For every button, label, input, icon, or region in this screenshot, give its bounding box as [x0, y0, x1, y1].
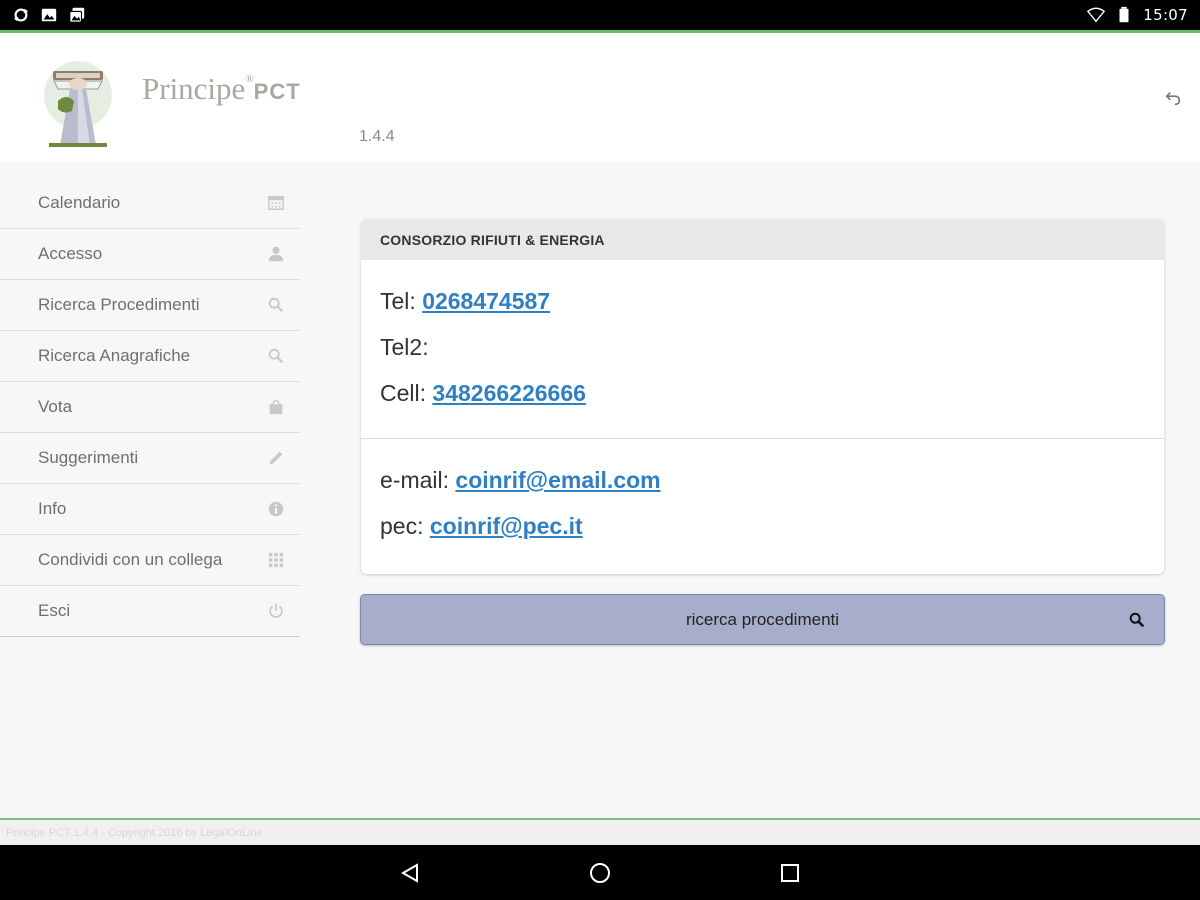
email-label: e-mail:	[380, 467, 450, 493]
pec-label: pec:	[380, 513, 424, 539]
app-logo	[40, 57, 116, 147]
pec-line: pec: coinrif@pec.it	[380, 511, 1144, 557]
wifi-icon	[1087, 6, 1106, 24]
ricerca-procedimenti-button[interactable]: ricerca procedimenti	[360, 594, 1165, 645]
search-button-label: ricerca procedimenti	[685, 609, 840, 629]
nav-back-icon	[400, 863, 418, 883]
sidebar-item-label: Suggerimenti	[38, 448, 139, 467]
sidebar-item-calendario[interactable]: Calendario	[0, 178, 300, 229]
android-nav-bar	[0, 845, 1200, 900]
sidebar-item-info[interactable]: Info	[0, 484, 300, 535]
battery-icon	[1115, 6, 1133, 24]
card-phone-section: Tel: 0268474587 Tel2: Cell: 348266226666	[361, 260, 1164, 439]
card-title: CONSORZIO RIFIUTI & ENERGIA	[361, 219, 1164, 260]
sidebar-item-ricerca-anagrafiche[interactable]: Ricerca Anagrafiche	[0, 331, 300, 382]
brand-suffix: PCT	[253, 79, 301, 104]
search-icon	[266, 295, 286, 315]
grid-icon	[266, 550, 286, 570]
info-icon	[266, 499, 286, 519]
sidebar-item-label: Info	[38, 499, 67, 518]
cell-label: Cell:	[380, 380, 427, 406]
tel2-label: Tel2:	[380, 334, 429, 360]
nav-recents-icon	[781, 864, 799, 882]
status-bar: 15:07	[0, 0, 1200, 30]
status-bar-left	[12, 6, 86, 24]
sidebar-item-label: Vota	[38, 397, 73, 416]
sidebar-item-label: Esci	[38, 601, 71, 620]
sidebar-item-condividi[interactable]: Condividi con un collega	[0, 535, 300, 586]
tel2-line: Tel2:	[380, 332, 1144, 378]
brand-registered-mark: ®	[245, 73, 254, 85]
status-time: 15:07	[1143, 6, 1188, 24]
sync-icon	[12, 6, 30, 24]
app-header: Principe®PCT 1.4.4	[0, 33, 1200, 162]
sidebar-item-vota[interactable]: Vota	[0, 382, 300, 433]
search-icon	[266, 346, 286, 366]
cell-link[interactable]: 348266226666	[432, 380, 586, 406]
sidebar-item-esci[interactable]: Esci	[0, 586, 300, 637]
card-email-section: e-mail: coinrif@email.com pec: coinrif@p…	[361, 439, 1164, 557]
image-icon	[40, 6, 58, 24]
nav-back-button[interactable]	[396, 859, 424, 887]
nav-recents-button[interactable]	[776, 859, 804, 887]
footer-copyright: Principe PCT 1.4.4 - Copyright 2016 by L…	[6, 826, 263, 839]
sidebar-item-label: Ricerca Procedimenti	[38, 295, 200, 314]
cell-line: Cell: 348266226666	[380, 378, 1144, 424]
undo-icon	[1165, 92, 1181, 106]
sidebar-item-label: Accesso	[38, 244, 103, 263]
shopping-bag-icon	[266, 397, 286, 417]
sidebar-item-suggerimenti[interactable]: Suggerimenti	[0, 433, 300, 484]
gallery-icon	[68, 6, 86, 24]
contact-card: CONSORZIO RIFIUTI & ENERGIA Tel: 0268474…	[361, 219, 1164, 574]
pencil-icon	[266, 448, 286, 468]
brand-wordmark: Principe®PCT	[142, 71, 301, 107]
sidebar-item-ricerca-procedimenti[interactable]: Ricerca Procedimenti	[0, 280, 300, 331]
sidebar-item-label: Ricerca Anagrafiche	[38, 346, 191, 365]
nav-home-icon	[590, 863, 610, 883]
tel-link[interactable]: 0268474587	[422, 288, 550, 314]
sidebar-item-label: Condividi con un collega	[38, 550, 223, 569]
email-link[interactable]: coinrif@email.com	[455, 467, 660, 493]
nav-home-button[interactable]	[586, 859, 614, 887]
search-icon	[1128, 611, 1146, 629]
power-icon	[266, 601, 286, 621]
pec-link[interactable]: coinrif@pec.it	[430, 513, 583, 539]
sidebar-menu: Calendario Accesso Ricerca Procedimenti …	[0, 178, 300, 637]
sidebar-item-accesso[interactable]: Accesso	[0, 229, 300, 280]
back-button[interactable]	[1162, 87, 1184, 109]
email-line: e-mail: coinrif@email.com	[380, 465, 1144, 511]
tel-label: Tel:	[380, 288, 416, 314]
tel-line: Tel: 0268474587	[380, 286, 1144, 332]
app-version: 1.4.4	[359, 128, 395, 145]
app-footer: Principe PCT 1.4.4 - Copyright 2016 by L…	[0, 818, 1200, 845]
calendar-icon	[266, 193, 286, 213]
brand-name: Principe	[142, 71, 246, 106]
user-icon	[266, 244, 286, 264]
status-bar-right: 15:07	[1087, 6, 1188, 24]
sidebar-item-label: Calendario	[38, 193, 121, 212]
